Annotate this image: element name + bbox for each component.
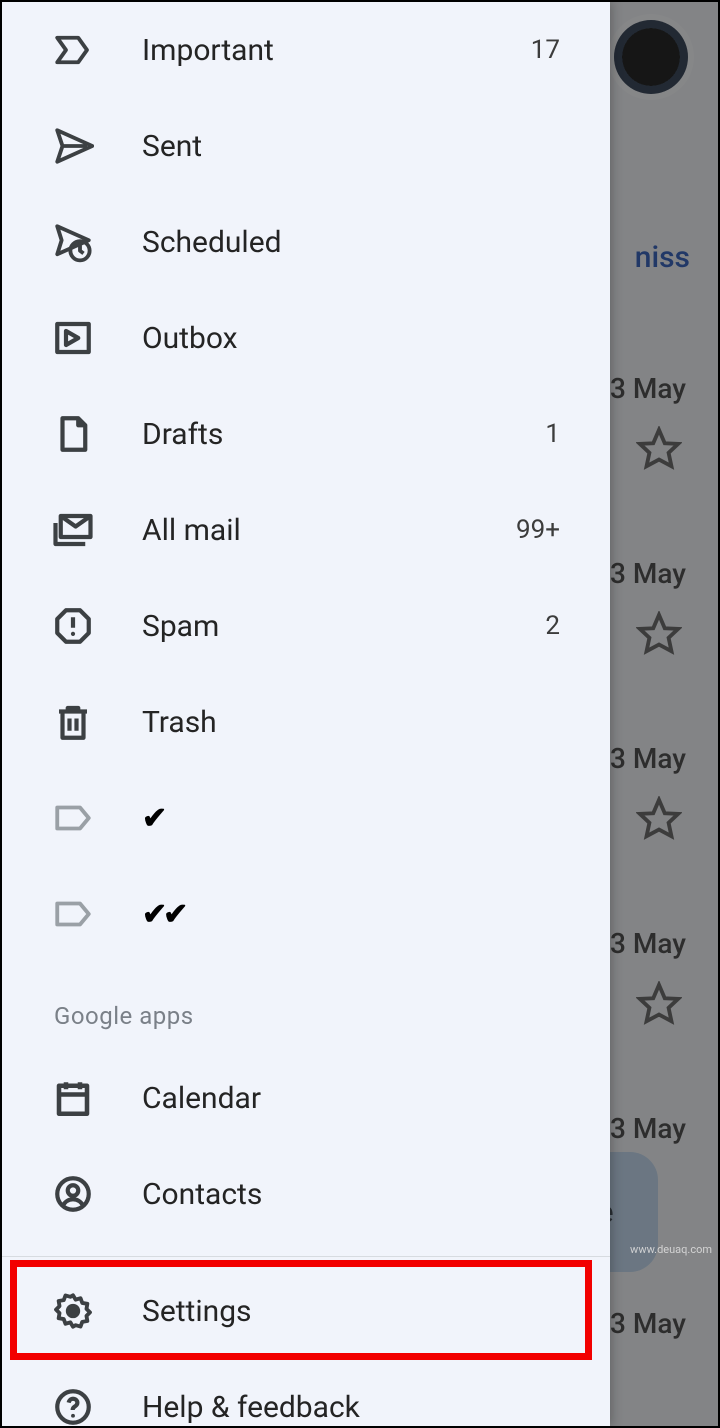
sidebar-item-label-check[interactable]: ✔ — [2, 770, 610, 866]
sent-icon — [52, 125, 94, 167]
label-icon — [52, 797, 94, 839]
sidebar-item-label: Outbox — [142, 321, 560, 356]
sidebar-item-label: Trash — [142, 705, 560, 740]
gear-icon — [52, 1290, 94, 1332]
sidebar-item-scheduled[interactable]: Scheduled — [2, 194, 610, 290]
all-mail-icon — [52, 509, 94, 551]
sidebar-item-label: Spam — [142, 609, 545, 644]
divider — [2, 1256, 610, 1257]
sidebar-item-label: ✔ — [142, 801, 580, 836]
sidebar-item-label: Drafts — [142, 417, 545, 452]
contacts-icon — [52, 1173, 94, 1215]
help-icon — [52, 1386, 94, 1426]
scheduled-icon — [52, 221, 94, 263]
sidebar-item-settings[interactable]: Settings — [2, 1263, 610, 1359]
sidebar-item-calendar[interactable]: Calendar — [2, 1050, 610, 1146]
label-icon — [52, 893, 94, 935]
sidebar-item-count: 99+ — [516, 515, 580, 545]
sidebar-item-spam[interactable]: Spam 2 — [2, 578, 610, 674]
sidebar-item-label: Settings — [142, 1294, 580, 1329]
sidebar-item-label-doublecheck[interactable]: ✔✔ — [2, 866, 610, 962]
spam-icon — [52, 605, 94, 647]
sidebar-item-label: ✔✔ — [142, 897, 580, 932]
sidebar-item-sent[interactable]: Sent — [2, 98, 610, 194]
sidebar-item-count: 2 — [545, 611, 580, 641]
sidebar-item-outbox[interactable]: Outbox — [2, 290, 610, 386]
sidebar-item-label: Sent — [142, 129, 560, 164]
sidebar-item-label: Help & feedback — [142, 1390, 580, 1425]
outbox-icon — [52, 317, 94, 359]
sidebar-item-help[interactable]: Help & feedback — [2, 1359, 610, 1426]
sidebar-item-label: Important — [142, 33, 531, 68]
trash-icon — [52, 701, 94, 743]
sidebar-item-label: Scheduled — [142, 225, 560, 260]
sidebar-item-drafts[interactable]: Drafts 1 — [2, 386, 610, 482]
sidebar-item-all-mail[interactable]: All mail 99+ — [2, 482, 610, 578]
watermark: www.deuaq.com — [630, 1243, 712, 1256]
sidebar-item-label: Calendar — [142, 1081, 580, 1116]
sidebar-item-important[interactable]: Important 17 — [2, 2, 610, 98]
section-header-google-apps: Google apps — [2, 962, 610, 1050]
sidebar-item-count: 1 — [545, 419, 580, 449]
sidebar-item-label: Contacts — [142, 1177, 580, 1212]
sidebar-item-contacts[interactable]: Contacts — [2, 1146, 610, 1242]
navigation-drawer: Important 17 Sent Scheduled Outbox Draft… — [2, 2, 610, 1426]
sidebar-item-label: All mail — [142, 513, 516, 548]
important-icon — [52, 29, 94, 71]
drafts-icon — [52, 413, 94, 455]
sidebar-item-count: 17 — [531, 35, 580, 65]
sidebar-item-trash[interactable]: Trash — [2, 674, 610, 770]
calendar-icon — [52, 1077, 94, 1119]
